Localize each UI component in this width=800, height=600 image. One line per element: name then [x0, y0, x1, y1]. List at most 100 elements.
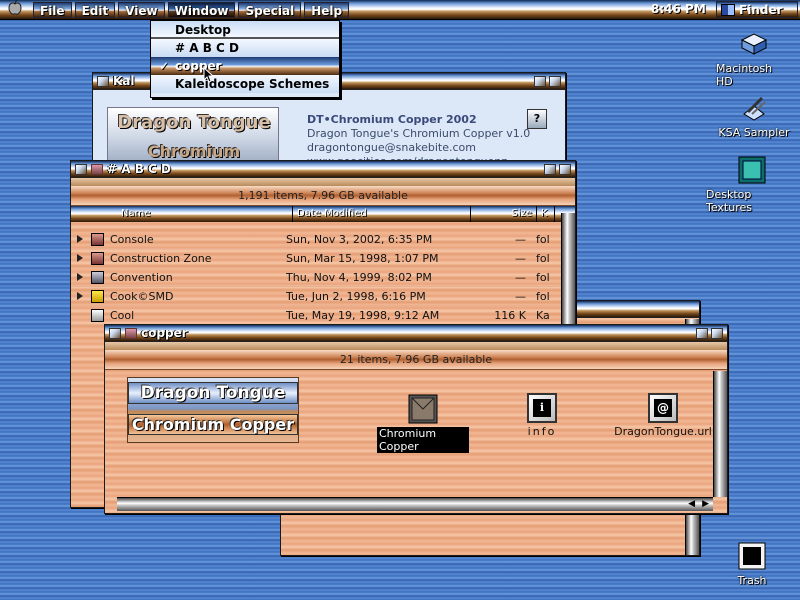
scheme-email[interactable]: dragontongue@snakebite.com — [307, 141, 530, 155]
row-size: — — [515, 251, 526, 265]
window-header-spacer — [71, 178, 575, 186]
collapse-box-icon[interactable] — [711, 327, 723, 339]
table-row[interactable]: Cook©SMD Tue, Jun 2, 1998, 6:16 PM — fol — [71, 287, 575, 306]
close-box-icon[interactable] — [109, 327, 121, 339]
construction-folder-icon — [91, 251, 104, 265]
checkmark-icon: ✓ — [159, 59, 170, 73]
window-menu-dropdown: Desktop # A B C D ✓ copper Kaleidoscope … — [150, 20, 340, 98]
scroll-left-arrow-icon[interactable]: ◀ — [688, 499, 695, 509]
close-box-icon[interactable] — [75, 163, 87, 175]
column-header-size[interactable]: Size — [471, 206, 537, 222]
application-menu[interactable]: Finder — [716, 1, 798, 18]
disclosure-triangle-icon[interactable] — [77, 235, 83, 243]
convention-folder-icon — [91, 270, 104, 284]
folder-proxy-icon[interactable] — [125, 327, 137, 339]
scroll-right-arrow-icon[interactable]: ▶ — [702, 499, 709, 509]
menu-special[interactable]: Special — [238, 1, 302, 18]
copper-scheme-logo[interactable]: Dragon Tongue Chromium Copper — [127, 377, 299, 443]
info-icon: i — [527, 393, 557, 423]
menu-item-kaleidoscope-schemes[interactable]: Kaleidoscope Schemes — [151, 75, 339, 93]
cook-folder-icon — [91, 289, 104, 303]
window-title: copper — [141, 326, 188, 340]
scheme-file-icon — [408, 394, 438, 424]
desktop-icon-macintosh-hd[interactable]: Macintosh HD — [716, 28, 792, 88]
row-name: Convention — [110, 270, 173, 284]
disclosure-triangle-icon[interactable] — [77, 254, 83, 262]
desktop-icon-trash[interactable]: Trash — [722, 540, 782, 587]
close-box-icon[interactable] — [97, 75, 109, 87]
copper-window-titlebar[interactable]: copper — [105, 325, 727, 342]
logo-line-1: Dragon Tongue — [128, 382, 298, 404]
row-kind: fol — [536, 251, 550, 265]
list-column-headers: Name Date Modified Size K — [71, 206, 575, 222]
row-kind: Ka — [536, 308, 550, 322]
collapse-box-icon[interactable] — [549, 75, 561, 87]
sampler-app-icon — [743, 96, 766, 121]
horizontal-scrollbar[interactable]: ◀ ▶ — [117, 497, 713, 511]
menu-window[interactable]: Window — [167, 1, 236, 18]
collapse-box-icon[interactable] — [559, 163, 571, 175]
column-header-name[interactable]: Name — [71, 206, 293, 222]
file-icon-info[interactable]: i info — [509, 393, 575, 438]
vertical-scrollbar[interactable] — [713, 371, 727, 497]
menu-view[interactable]: View — [118, 1, 165, 18]
file-icon-label: DragonTongue.url — [614, 425, 712, 438]
window-header-spacer — [105, 342, 727, 350]
zoom-box-icon[interactable] — [696, 327, 708, 339]
row-size: — — [515, 232, 526, 246]
desktop-icon-label: KSA Sampler — [718, 126, 790, 139]
table-row[interactable]: Console Sun, Nov 3, 2002, 6:35 PM — fol — [71, 230, 575, 249]
file-icon-label: info — [527, 425, 557, 438]
menu-item-abcd[interactable]: # A B C D — [151, 39, 339, 57]
scheme-logo: Dragon Tongue Chromium Copper — [107, 107, 279, 180]
row-kind: fol — [536, 270, 550, 284]
disclosure-triangle-icon[interactable] — [77, 273, 83, 281]
folder-proxy-icon[interactable] — [91, 163, 103, 175]
menu-help[interactable]: Help — [304, 1, 350, 18]
disclosure-triangle-icon[interactable] — [77, 292, 83, 300]
logo-line-2: Chromium Copper — [128, 414, 298, 435]
table-row[interactable]: Convention Thu, Nov 4, 1999, 8:02 PM — f… — [71, 268, 575, 287]
desktop-icon-label: Desktop Textures — [706, 188, 752, 214]
desktop-icon-desktop-textures[interactable]: Desktop Textures — [706, 154, 798, 214]
row-size: 116 K — [494, 308, 526, 322]
application-menu-label: Finder — [739, 2, 783, 17]
row-name: Console — [110, 232, 154, 246]
table-row[interactable]: Construction Zone Sun, Mar 15, 1998, 1:0… — [71, 249, 575, 268]
textures-folder-icon — [738, 156, 766, 184]
desktop-icon-ksa-sampler[interactable]: KSA Sampler — [716, 92, 792, 139]
menu-item-label: Desktop — [175, 23, 231, 37]
row-date: Thu, Nov 4, 1999, 8:02 PM — [286, 270, 432, 284]
row-date: Sun, Nov 3, 2002, 6:35 PM — [286, 232, 433, 246]
menu-item-copper[interactable]: ✓ copper — [151, 57, 339, 75]
desktop-icon-label: Trash — [737, 574, 767, 587]
file-icon-dragontongue-url[interactable]: @ DragonTongue.url — [613, 393, 713, 438]
file-icon-chromium-copper[interactable]: Chromium Copper — [377, 393, 469, 453]
menu-item-desktop[interactable]: Desktop — [151, 21, 339, 39]
info-glyph: i — [533, 399, 551, 417]
zoom-box-icon[interactable] — [534, 75, 546, 87]
row-size: — — [515, 289, 526, 303]
scheme-heading: DT•Chromium Copper 2002 — [307, 113, 477, 126]
menubar-clock[interactable]: 8:46 PM — [651, 2, 706, 16]
menu-edit[interactable]: Edit — [74, 1, 116, 18]
window-title: # A B C D — [107, 162, 171, 176]
trash-icon — [738, 542, 766, 570]
row-name: Construction Zone — [110, 251, 212, 265]
table-row[interactable]: Cool Tue, May 19, 1998, 9:12 AM 116 K Ka — [71, 306, 575, 325]
apple-menu-icon[interactable] — [0, 0, 30, 19]
row-size: — — [515, 270, 526, 284]
menu-item-label: Kaleidoscope Schemes — [175, 77, 330, 91]
zoom-box-icon[interactable] — [544, 163, 556, 175]
cool-file-icon — [91, 308, 104, 322]
abcd-window-titlebar[interactable]: # A B C D — [71, 161, 575, 178]
help-button[interactable]: ? — [527, 109, 547, 129]
desktop-icon-label: Macintosh HD — [716, 62, 773, 88]
url-file-icon: @ — [648, 393, 678, 423]
copper-window[interactable]: copper 21 items, 7.96 GB available Drago… — [104, 324, 728, 514]
row-date: Tue, May 19, 1998, 9:12 AM — [286, 308, 440, 322]
column-header-date[interactable]: Date Modified — [293, 206, 471, 222]
logo-line-1: Dragon Tongue — [117, 112, 271, 133]
column-header-kind[interactable]: K — [537, 206, 555, 222]
menu-file[interactable]: File — [33, 1, 72, 18]
